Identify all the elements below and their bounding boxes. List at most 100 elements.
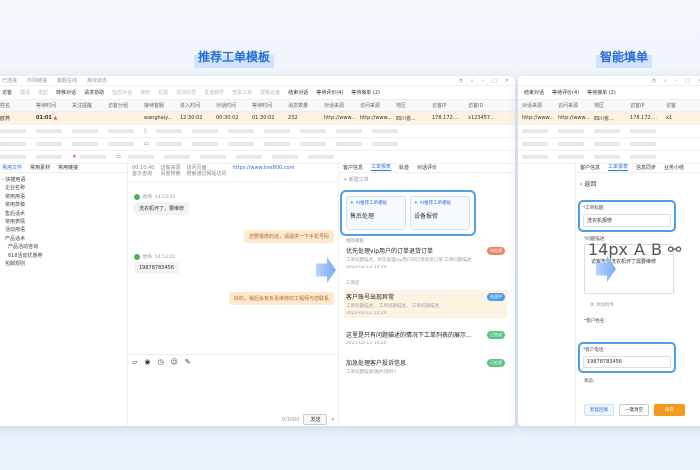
cell: 四川省... <box>594 115 614 122</box>
tab-customer-info[interactable]: 客户信息 <box>343 164 363 171</box>
status-badge: 待处理 <box>487 246 505 255</box>
info-page: 搜索通过网站访问 <box>186 171 227 177</box>
tree-item[interactable]: 常用用语 <box>2 193 121 201</box>
toolbar-monitor[interactable]: 监控对话 <box>112 89 132 96</box>
table-row[interactable]: ▭ <box>0 138 515 151</box>
toolbar-wait-rating[interactable]: 等待评价(4) <box>552 89 579 96</box>
ticket-title-input[interactable]: 洗衣机报修 <box>583 214 671 227</box>
toolbar-invite[interactable]: 邀请 <box>20 89 30 96</box>
tab-sync[interactable]: 信息同步 <box>636 164 656 171</box>
maximize-icon[interactable]: □ <box>492 78 497 84</box>
tree-item[interactable]: 售后话术 <box>2 210 121 218</box>
table-row[interactable]: http://www... http://www... 四川省... 178.1… <box>518 112 700 125</box>
chevron-down-icon[interactable]: ▾ <box>331 417 334 423</box>
tree-item[interactable]: 包邮规则 <box>2 260 121 268</box>
tree-item[interactable]: 常用表情 <box>2 218 121 226</box>
edit-icon[interactable]: ✎ <box>185 358 191 366</box>
tree-item[interactable]: 常用草稿 <box>2 201 121 209</box>
maximize-icon[interactable]: □ <box>685 78 690 84</box>
tree-item[interactable]: - 快捷用语 <box>2 176 121 184</box>
cell: x1 <box>666 115 673 121</box>
minimize-icon[interactable]: – <box>675 78 678 84</box>
wifi-icon: ◔ <box>651 77 656 84</box>
ai-icon: ✦ <box>414 200 418 206</box>
toolbar-end-chat[interactable]: 结束对话 <box>288 89 308 96</box>
search-icon[interactable]: ⌕ <box>471 78 474 84</box>
col-chat-time: 对话时间 <box>216 103 237 109</box>
tab-tickets[interactable]: 工单报表 <box>371 163 392 171</box>
table-row[interactable]: 欧燕 01:01 ▲ wanghaiy... 12:30:02 00:30:02… <box>0 112 515 125</box>
tab-files[interactable]: 常用文件 <box>2 164 22 171</box>
back-label: 返回 <box>584 181 597 188</box>
toolbar-wait-rating[interactable]: 等待评价(4) <box>316 89 343 96</box>
toolbar-transfer[interactable]: 转移对话 <box>56 89 76 96</box>
table-row[interactable] <box>518 125 700 138</box>
field-label: 状态: <box>584 379 595 384</box>
tab-links[interactable]: 常用链接 <box>58 164 78 171</box>
toolbar-email[interactable]: 发送邮件 <box>204 89 224 96</box>
toolbar-wait-queue[interactable]: 等待接单 (2) <box>351 89 380 96</box>
toolbar-visitor[interactable]: 访客 <box>2 89 12 96</box>
tab-rating[interactable]: 对话评价 <box>417 164 437 171</box>
message-agent: 好的，稍后会有负责维修的工程师与您联系 <box>228 290 334 305</box>
close-icon[interactable]: ✕ <box>505 78 509 84</box>
page-link[interactable]: https://www.live800.com <box>233 165 295 171</box>
tree-item[interactable]: 产品话术 <box>2 235 121 243</box>
col-ip: 访客IP <box>630 103 645 109</box>
toolbar-view-ticket[interactable]: 查看工单 <box>232 89 252 96</box>
tree-item[interactable]: 企业名称 <box>2 184 121 192</box>
toolbar-assist[interactable]: 请求协助 <box>84 89 104 96</box>
smile-icon[interactable]: ☺ <box>171 358 178 366</box>
font-color-icon[interactable]: A <box>634 240 645 259</box>
bold-icon[interactable]: B <box>651 240 662 259</box>
font-size-select[interactable]: 14px <box>588 240 628 259</box>
message-visitor: 欧燕 14:53:02 19878783456 <box>134 254 179 274</box>
link-icon[interactable]: ⚯ <box>668 240 681 259</box>
tab-summary[interactable]: 业务小结 <box>664 164 684 171</box>
tab-customer-info[interactable]: 客户信息 <box>580 164 600 171</box>
cell: 232 <box>288 115 298 121</box>
back-button[interactable]: ‹ 返回 <box>576 173 700 194</box>
history-icon[interactable]: ◷ <box>158 358 164 366</box>
minimize-icon[interactable]: – <box>482 78 485 84</box>
message-visitor: 欧燕 14:53:02 洗衣机坏了，要维修 <box>134 194 190 215</box>
cell: http://www... <box>324 115 356 121</box>
folder-icon[interactable]: ▱ <box>132 358 137 366</box>
toolbar-tag[interactable]: 添加标签 <box>176 89 196 96</box>
toolbar-start[interactable]: 发起 <box>38 89 48 96</box>
clear-button[interactable]: 一键清空 <box>619 404 649 416</box>
ticket-card[interactable]: 这里是只有问题描述的情况下工单列表的展示... 已完成 2021-02-13 14… <box>344 328 507 348</box>
toolbar-block[interactable]: 拉黑 <box>158 89 168 96</box>
tree-item[interactable]: 产品活动咨询 <box>2 243 121 251</box>
smart-fill-button[interactable]: 智能回填 <box>584 404 614 416</box>
chat-input-area[interactable]: ▱ ◉ ◷ ☺ ✎ 0/1000 发送 ▾ <box>128 354 338 426</box>
customer-phone-input[interactable]: 19878783456 <box>583 356 671 368</box>
toolbar-shield[interactable]: 屏蔽访客 <box>260 89 280 96</box>
toolbar-wait-queue[interactable]: 等待接单 (2) <box>587 89 616 96</box>
ticket-card[interactable]: 加急处理客户投诉信息 已处理 工单问题描述/图片[图片] <box>344 356 507 377</box>
emoji-icon[interactable]: ◉ <box>144 358 150 366</box>
ticket-desc: 工单问题描述/图片[图片] <box>346 370 397 375</box>
toolbar-takeover[interactable]: 接管 <box>140 89 150 96</box>
search-icon[interactable]: ⌕ <box>664 78 667 84</box>
table-row[interactable]: ▯ <box>0 125 515 138</box>
cell: x123457... <box>468 115 495 121</box>
toolbar-end-chat[interactable]: 结束对话 <box>524 89 544 96</box>
tree-item[interactable]: 618活动优惠券 <box>2 252 121 260</box>
tab-materials[interactable]: 常用素材 <box>30 164 50 171</box>
toolbar: 结束对话 等待评价(4) 等待接单 (2) <box>518 86 700 100</box>
send-button[interactable]: 发送 <box>303 414 328 425</box>
new-ticket-button[interactable]: + 新建工单 <box>339 173 515 186</box>
tab-track[interactable]: 轨迹 <box>399 164 409 171</box>
ai-icon: ✦ <box>350 200 354 206</box>
tab-tickets[interactable]: 工单报表 <box>608 163 629 171</box>
template-card-after-sales[interactable]: ✦ AI推荐工单模板 售后处理 <box>346 196 406 230</box>
template-card-repair[interactable]: ✦ AI推荐工单模板 设备报修 <box>410 196 470 230</box>
save-button[interactable]: 保存 <box>654 404 685 416</box>
attach-button[interactable]: ⌘ 添加附件 <box>590 302 614 308</box>
table-row[interactable] <box>518 138 700 151</box>
ticket-card[interactable]: 客户账号出现异常 处理中 工单问题描述， 工单问题描述， 工单问题描述， 2021… <box>344 290 507 318</box>
toolbar: 访客 邀请 发起 转移对话 请求协助 监控对话 接管 拉黑 添加标签 发送邮件 … <box>0 86 515 100</box>
tree-item[interactable]: 活动用语 <box>2 226 121 234</box>
ticket-card[interactable]: 优先处理vip用户的订单退货订单 待处理 工单问题描述，优先处理vip用户的订单退… <box>344 244 507 272</box>
